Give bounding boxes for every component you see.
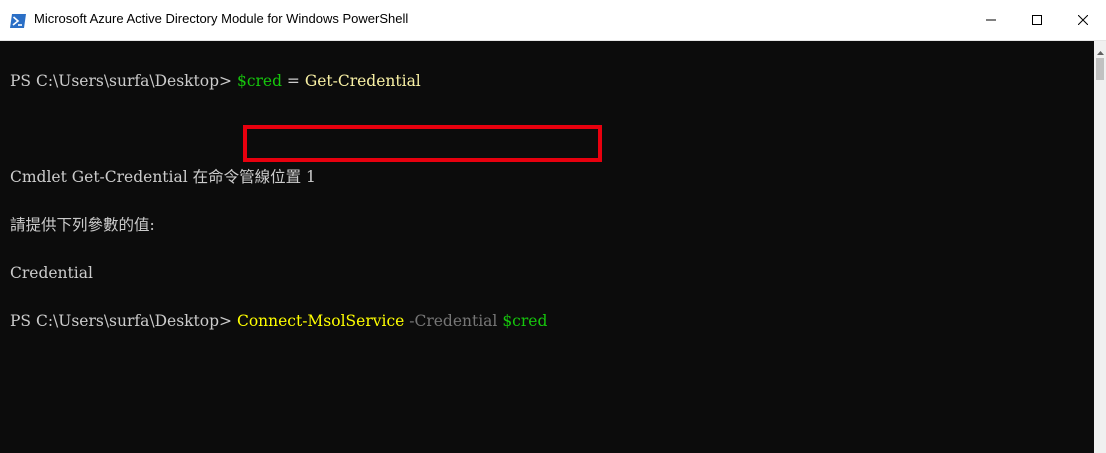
scroll-thumb[interactable] [1096, 58, 1104, 80]
title-bar[interactable]: Microsoft Azure Active Directory Module … [0, 0, 1106, 41]
close-button[interactable] [1060, 0, 1106, 40]
console-line-6: PS C:\Users\surfa\Desktop> Connect-MsolS… [10, 313, 547, 329]
console-output[interactable]: PS C:\Users\surfa\Desktop> $cred = Get-C… [0, 41, 1094, 453]
minimize-button[interactable] [968, 0, 1014, 40]
console-line-4: 請提供下列參數的值: [10, 216, 155, 234]
maximize-icon [1032, 15, 1042, 25]
scroll-up-button[interactable] [1094, 41, 1106, 57]
maximize-button[interactable] [1014, 0, 1060, 40]
prompt: PS C:\Users\surfa\Desktop> [10, 72, 237, 90]
window-title: Microsoft Azure Active Directory Module … [34, 11, 409, 26]
command-token: Get-Credential [304, 72, 421, 90]
minimize-icon [986, 15, 996, 25]
close-icon [1078, 15, 1088, 25]
console-line-1: PS C:\Users\surfa\Desktop> $cred = Get-C… [10, 73, 547, 89]
operator-token: = [282, 72, 305, 90]
powershell-icon [10, 14, 26, 28]
command-token: Connect-MsolService [236, 312, 405, 330]
prompt: PS C:\Users\surfa\Desktop> [10, 312, 237, 330]
console-line-2 [10, 121, 547, 137]
scroll-up-arrow-icon [1096, 40, 1104, 59]
console-line-3: Cmdlet Get-Credential 在命令管線位置 1 [10, 168, 316, 186]
powershell-window: Microsoft Azure Active Directory Module … [0, 0, 1106, 453]
parameter-token: -Credential [404, 312, 498, 330]
vertical-scrollbar[interactable] [1094, 41, 1106, 453]
variable-token: $cred [236, 72, 282, 90]
variable-token: $cred [497, 312, 548, 330]
console-line-5: Credential [10, 264, 93, 282]
